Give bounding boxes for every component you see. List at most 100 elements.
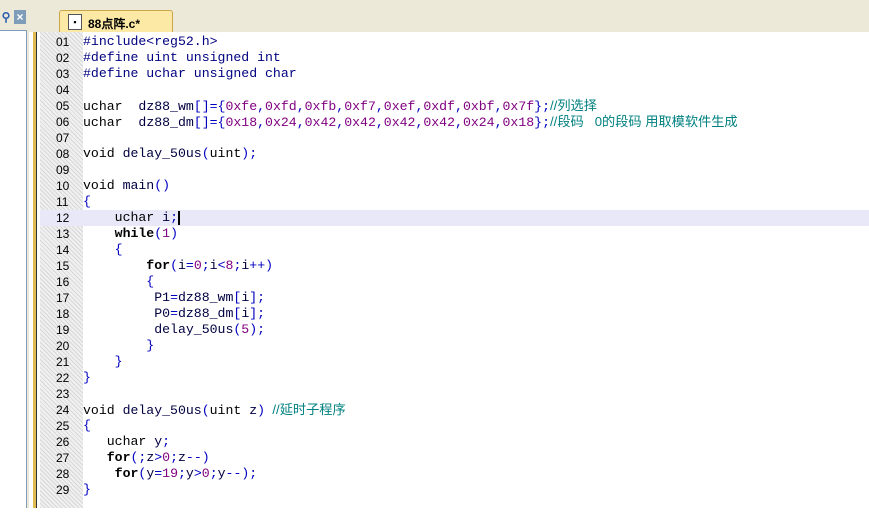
line-number: 25 <box>56 419 70 433</box>
code-token: void <box>83 146 115 161</box>
code-token: 0xdf <box>423 99 456 114</box>
code-token: ) <box>257 403 266 418</box>
line-number: 11 <box>56 195 69 209</box>
code-token: 0x18 <box>502 115 535 130</box>
code-token: , <box>494 115 503 130</box>
code-token: > <box>193 466 202 481</box>
code-line[interactable]: 12 uchar i; <box>40 210 869 226</box>
code-line[interactable]: 24 void delay_50us(uint z) //延时子程序 <box>40 402 869 418</box>
line-source: #include<reg52.h> <box>83 34 218 50</box>
code-token: uchar <box>83 434 147 449</box>
code-line[interactable]: 17 P1=dz88_wm[i]; <box>40 290 869 306</box>
code-token: 0x7f <box>502 99 535 114</box>
line-number: 06 <box>56 115 70 129</box>
code-token: #define uint unsigned int <box>83 50 281 65</box>
code-token: 19 <box>162 466 178 481</box>
code-comment: //延时子程序 <box>265 402 346 417</box>
code-token: dz88_dm <box>122 115 194 130</box>
line-source: uchar dz88_wm[]={0xfe,0xfd,0xfb,0xf7,0xe… <box>83 98 597 115</box>
code-line[interactable]: 09 <box>40 162 869 178</box>
code-token: < <box>217 258 226 273</box>
code-line[interactable]: 18 P0=dz88_dm[i]; <box>40 306 869 322</box>
line-source: { <box>83 274 154 290</box>
line-number: 10 <box>56 179 70 193</box>
code-token: i <box>177 258 186 273</box>
line-number: 22 <box>56 371 70 385</box>
code-token: }; <box>534 115 550 130</box>
code-token: ; <box>170 210 178 225</box>
code-line[interactable]: 02 #define uint unsigned int <box>40 50 869 66</box>
code-token: ); <box>249 322 266 337</box>
line-source: uchar i; <box>83 210 180 226</box>
code-token: , <box>296 99 305 114</box>
code-line[interactable]: 15 for(i=0;i<8;i++) <box>40 258 869 274</box>
code-token: []={ <box>193 99 226 114</box>
code-line[interactable]: 05 uchar dz88_wm[]={0xfe,0xfd,0xfb,0xf7,0… <box>40 98 869 114</box>
code-line[interactable]: 28 for(y=19;y>0;y--); <box>40 466 869 482</box>
code-token: 1 <box>162 226 171 241</box>
code-token: = <box>170 306 178 321</box>
code-line[interactable]: 13 while(1) <box>40 226 869 242</box>
line-number: 19 <box>56 323 70 337</box>
code-line[interactable]: 16 { <box>40 274 869 290</box>
code-line[interactable]: 21 } <box>40 354 869 370</box>
code-token: delay_50us <box>114 146 202 161</box>
code-token: 0x24 <box>265 115 297 130</box>
code-line[interactable]: 03 #define uchar unsigned char <box>40 66 869 82</box>
line-number: 15 <box>56 259 70 273</box>
line-number: 14 <box>56 243 70 257</box>
code-token: void <box>83 178 115 193</box>
close-icon[interactable]: × <box>14 10 26 24</box>
code-token: dz88_wm <box>122 99 194 114</box>
code-line[interactable]: 27 for(;z>0;z--) <box>40 450 869 466</box>
code-token: 0x42 <box>304 115 337 130</box>
code-line[interactable]: 08 void delay_50us(uint); <box>40 146 869 162</box>
line-number: 28 <box>56 467 70 481</box>
code-token: = <box>154 466 163 481</box>
code-line[interactable]: 19 delay_50us(5); <box>40 322 869 338</box>
code-line[interactable]: 25 { <box>40 418 869 434</box>
code-line[interactable]: 22} <box>40 370 869 386</box>
code-line[interactable]: 07 <box>40 130 869 146</box>
line-source: } <box>83 482 91 498</box>
code-token: 0xfe <box>225 99 258 114</box>
status-area <box>0 508 869 532</box>
line-source: delay_50us(5); <box>83 322 265 338</box>
code-line[interactable]: 29} <box>40 482 869 498</box>
code-token: } <box>83 482 91 497</box>
project-tree[interactable] <box>0 30 27 512</box>
line-source: #define uchar unsigned char <box>83 66 297 82</box>
code-line[interactable]: 20 } <box>40 338 869 354</box>
code-line[interactable]: 06 uchar dz88_dm[]={0x18,0x24,0x42,0x42,0… <box>40 114 869 130</box>
code-editor[interactable]: 01 #include<reg52.h> 02 #define uint unsign… <box>33 32 869 508</box>
tab-file[interactable]: ▪ 88点阵.c* <box>59 10 173 33</box>
code-token: ; <box>209 466 218 481</box>
code-lines[interactable]: 01 #include<reg52.h> 02 #define uint unsign… <box>40 34 869 498</box>
code-token: main <box>114 178 155 193</box>
code-token: delay_50us <box>114 403 202 418</box>
line-source: for(y=19;y>0;y--); <box>83 466 258 482</box>
file-icon: ▪ <box>68 14 82 30</box>
line-number: 07 <box>56 131 70 145</box>
code-line[interactable]: 23 <box>40 386 869 402</box>
code-token: , <box>494 99 503 114</box>
code-token: ; <box>178 466 186 481</box>
code-line[interactable]: 04 <box>40 82 869 98</box>
code-token: void <box>83 403 115 418</box>
code-token: (; <box>130 450 147 465</box>
line-number: 24 <box>56 403 70 417</box>
code-token: } <box>83 354 123 369</box>
code-line[interactable]: 01 #include<reg52.h> <box>40 34 869 50</box>
code-line[interactable]: 14 { <box>40 242 869 258</box>
code-token: --); <box>225 466 258 481</box>
code-line[interactable]: 26 uchar y; <box>40 434 869 450</box>
pin-icon[interactable]: ⚲ <box>0 10 12 24</box>
code-token: for <box>83 466 139 481</box>
code-line[interactable]: 11 { <box>40 194 869 210</box>
code-token: , <box>257 115 266 130</box>
line-source: while(1) <box>83 226 178 242</box>
code-token: 0 <box>201 466 210 481</box>
code-line[interactable]: 10 void main() <box>40 178 869 194</box>
code-token: ); <box>241 146 258 161</box>
project-panel: ⚲ × <box>0 6 29 532</box>
